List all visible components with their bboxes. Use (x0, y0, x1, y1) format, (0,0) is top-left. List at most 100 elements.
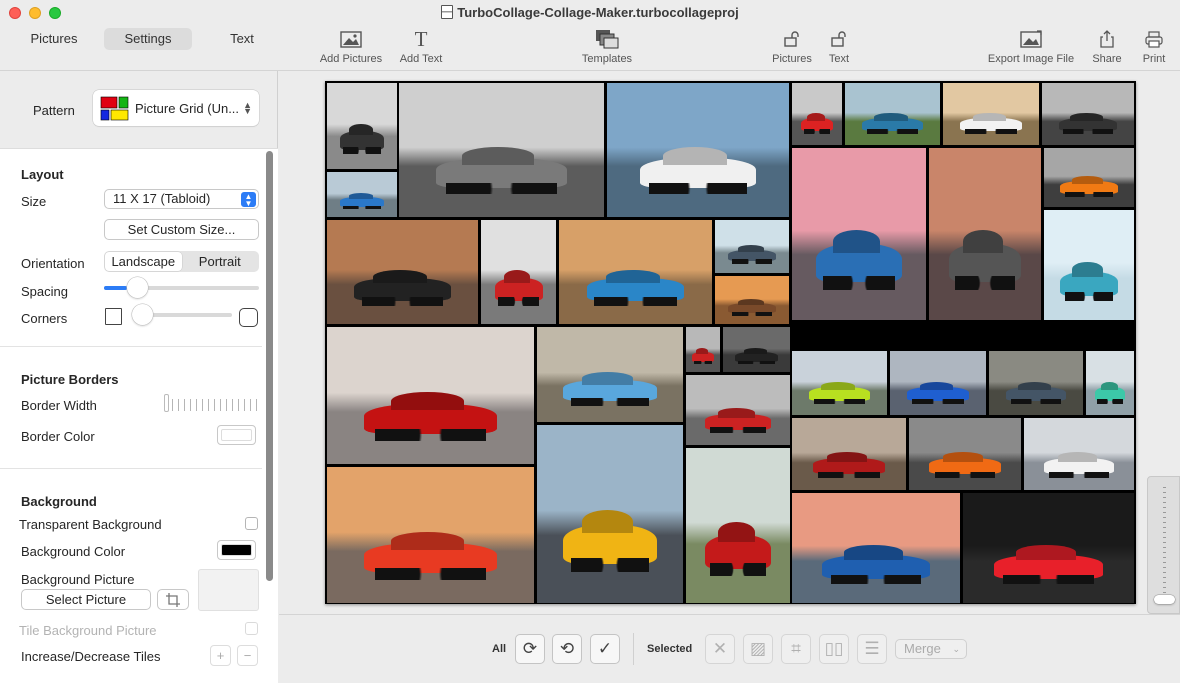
collage-photo[interactable] (327, 327, 534, 464)
collage-photo[interactable] (943, 83, 1039, 145)
collage-photo[interactable] (327, 220, 478, 324)
border-width-knob[interactable] (164, 394, 169, 412)
border-color-swatch (221, 429, 252, 441)
collage-photo[interactable] (1024, 418, 1134, 490)
decrease-tiles-button[interactable]: − (237, 645, 258, 666)
car-photo-icon (862, 117, 923, 134)
car-photo-icon (586, 278, 685, 307)
collage-photo[interactable] (792, 148, 926, 320)
collage-photo[interactable] (845, 83, 940, 145)
text-icon: T (414, 26, 428, 51)
corners-slider-knob[interactable] (132, 304, 153, 325)
printer-icon (1138, 28, 1170, 50)
collage-photo[interactable] (1042, 83, 1134, 145)
collage-photo[interactable] (890, 351, 986, 415)
collage-photo[interactable] (792, 493, 960, 603)
panel-scrollbar[interactable] (266, 151, 273, 581)
collage-photo[interactable] (327, 467, 534, 603)
spacing-slider-knob[interactable] (127, 277, 149, 298)
collage-photo[interactable] (1044, 148, 1134, 207)
collage-photo[interactable] (929, 148, 1041, 320)
pattern-row: Pattern Picture Grid (Un... ▲ ▼ (0, 90, 278, 126)
select-picture-button[interactable]: Select Picture (21, 589, 151, 610)
collage-photo[interactable] (327, 172, 397, 217)
replace-picture-button[interactable]: ▨ (743, 634, 773, 664)
shuffle-all-button[interactable]: ⟳ (515, 634, 545, 664)
collage-photo[interactable] (963, 493, 1134, 603)
collage-photo[interactable] (909, 418, 1021, 490)
templates-button[interactable]: Templates (578, 28, 636, 65)
tab-text[interactable]: Text (198, 28, 286, 50)
collage-photo[interactable] (792, 351, 887, 415)
add-text-button[interactable]: T Add Text (397, 26, 445, 66)
auto-arrange-all-button[interactable]: ✓ (590, 634, 620, 664)
tab-pictures[interactable]: Pictures (10, 28, 98, 50)
orientation-landscape[interactable]: Landscape (105, 252, 182, 271)
chevron-updown-icon: ▲ ▼ (241, 192, 256, 208)
split-vertical-button[interactable]: ▯▯ (819, 634, 849, 664)
bg-color-well[interactable] (217, 540, 256, 560)
collage-photo[interactable] (537, 425, 683, 603)
size-popup[interactable]: 11 X 17 (Tabloid) ▲ ▼ (104, 189, 259, 209)
collage-photo[interactable] (327, 83, 397, 169)
increase-tiles-button[interactable]: + (210, 645, 231, 666)
orientation-control: Landscape Portrait (104, 251, 259, 272)
collage-photo[interactable] (715, 220, 789, 273)
border-color-well[interactable] (217, 425, 256, 445)
section-divider (0, 468, 262, 469)
pattern-popup[interactable]: Picture Grid (Un... ▲ ▼ (93, 90, 259, 126)
share-button[interactable]: Share (1090, 28, 1124, 65)
bg-picture-well[interactable] (198, 569, 259, 611)
document-icon (441, 5, 454, 19)
collage-photo[interactable] (723, 327, 790, 372)
car-photo-icon (1094, 386, 1126, 405)
layout-section-title: Layout (21, 167, 64, 182)
car-photo-icon (563, 380, 657, 406)
tab-settings[interactable]: Settings (104, 28, 192, 50)
collage-photo[interactable] (686, 327, 720, 372)
collage-photo[interactable] (715, 276, 789, 324)
remove-selected-button[interactable]: ✕ (705, 634, 735, 664)
set-custom-size-button[interactable]: Set Custom Size... (104, 219, 259, 240)
collage-photo[interactable] (559, 220, 712, 324)
crop-bg-button[interactable] (157, 589, 189, 610)
crop-selected-button[interactable]: ⌗ (781, 634, 811, 664)
collage-photo[interactable] (537, 327, 683, 422)
collage-canvas[interactable] (325, 81, 1136, 604)
collage-photo[interactable] (1086, 351, 1134, 415)
tile-bg-checkbox[interactable] (245, 622, 258, 635)
zoom-slider-knob[interactable] (1154, 595, 1175, 604)
collage-photo[interactable] (686, 375, 790, 445)
split-horizontal-button[interactable]: ☰ (857, 634, 887, 664)
export-image-button[interactable]: Export Image File (984, 28, 1078, 65)
rotate-all-button[interactable]: ⟲ (552, 634, 582, 664)
border-width-slider[interactable] (166, 399, 259, 411)
orientation-portrait[interactable]: Portrait (182, 252, 259, 271)
lock-pictures-button[interactable]: Pictures (769, 28, 815, 65)
zoom-slider[interactable] (1147, 476, 1180, 614)
collage-photo[interactable] (1044, 210, 1134, 320)
car-photo-icon (494, 278, 543, 307)
lock-text-button[interactable]: Text (823, 28, 855, 65)
split-vertical-icon: ▯▯ (824, 639, 844, 658)
merge-popup[interactable]: Merge ⌄ (895, 639, 967, 659)
unlock-icon (823, 28, 855, 50)
collage-photo[interactable] (792, 418, 906, 490)
collage-photo[interactable] (399, 83, 604, 217)
transparent-bg-checkbox[interactable] (245, 517, 258, 530)
tile-bg-label: Tile Background Picture (19, 623, 157, 638)
car-photo-icon (1005, 386, 1067, 405)
collage-photo[interactable] (686, 448, 790, 603)
print-button[interactable]: Print (1138, 28, 1170, 65)
collage-photo[interactable] (792, 83, 842, 145)
bg-color-label: Background Color (21, 544, 126, 559)
spacing-label: Spacing (21, 284, 68, 299)
size-label: Size (21, 194, 47, 209)
add-pictures-button[interactable]: Add Pictures (317, 28, 385, 65)
collage-photo[interactable] (481, 220, 556, 324)
collage-photo[interactable] (607, 83, 789, 217)
collage-photo[interactable] (989, 351, 1083, 415)
share-label: Share (1092, 53, 1122, 65)
corners-label: Corners (21, 311, 68, 326)
zoom-slider-track (1163, 487, 1166, 597)
